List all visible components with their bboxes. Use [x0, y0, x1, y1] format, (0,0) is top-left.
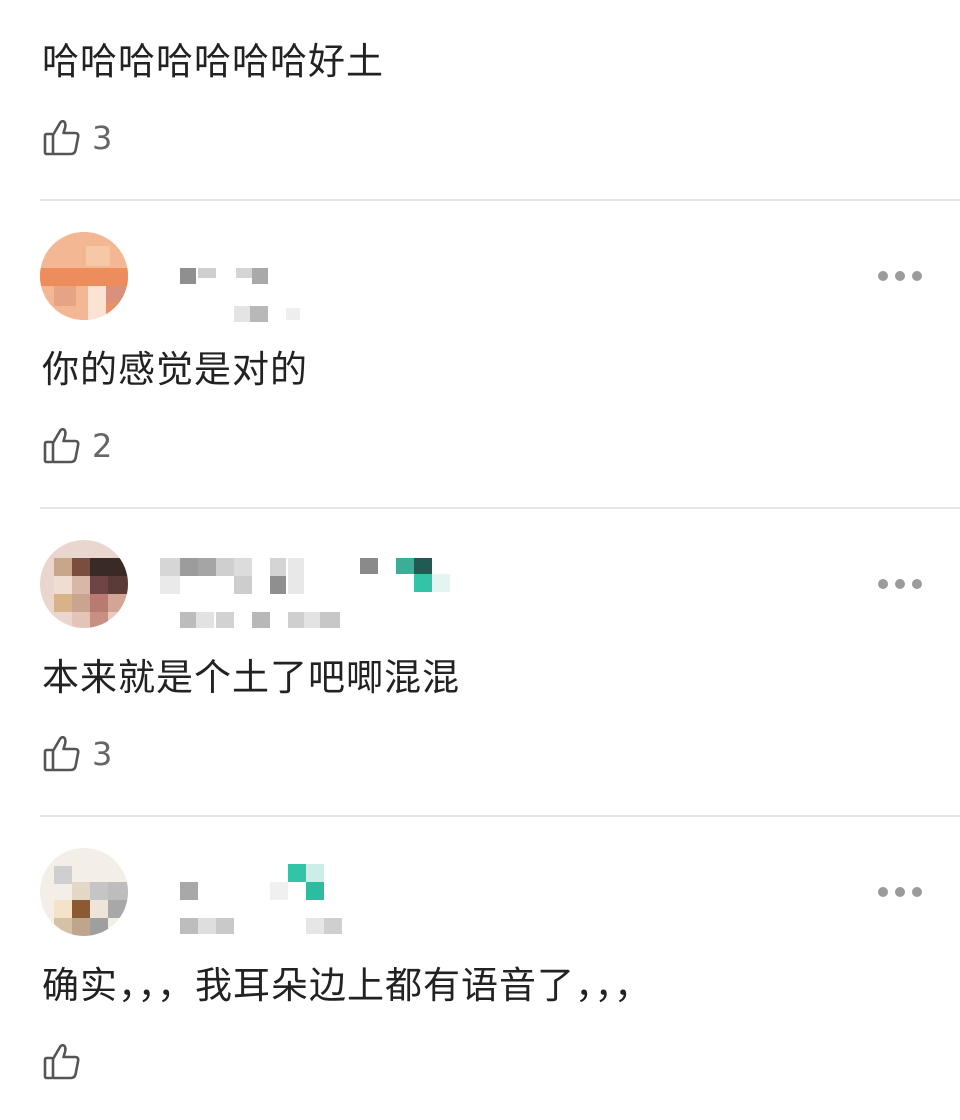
like-count: 3 [92, 119, 113, 157]
comment-text: 确实，，，我耳朵边上都有语音了，，， [42, 964, 652, 1007]
thumbs-up-icon [42, 426, 82, 466]
more-dots-icon [878, 271, 888, 281]
like-count: 3 [92, 735, 113, 773]
comment-text: 本来就是个土了吧唧混混 [42, 656, 460, 699]
user-avatar[interactable] [40, 848, 128, 936]
comment-divider [40, 815, 960, 817]
thumbs-up-icon [42, 734, 82, 774]
user-avatar[interactable] [40, 232, 128, 320]
like-count: 2 [92, 427, 113, 465]
more-dots-icon [878, 887, 888, 897]
thumbs-up-icon [42, 118, 82, 158]
like-button[interactable]: 3 [42, 732, 112, 776]
more-options-button[interactable] [878, 264, 922, 288]
like-button[interactable] [42, 1040, 92, 1084]
more-dots-icon [878, 579, 888, 589]
thumbs-up-icon [42, 1042, 82, 1082]
like-button[interactable]: 2 [42, 424, 112, 468]
user-avatar[interactable] [40, 540, 128, 628]
more-options-button[interactable] [878, 880, 922, 904]
more-options-button[interactable] [878, 572, 922, 596]
like-button[interactable]: 3 [42, 116, 112, 160]
comment-divider [40, 507, 960, 509]
comment-divider [40, 199, 960, 201]
comment-text: 你的感觉是对的 [42, 348, 308, 391]
comment-text: 哈哈哈哈哈哈哈好土 [42, 40, 384, 83]
